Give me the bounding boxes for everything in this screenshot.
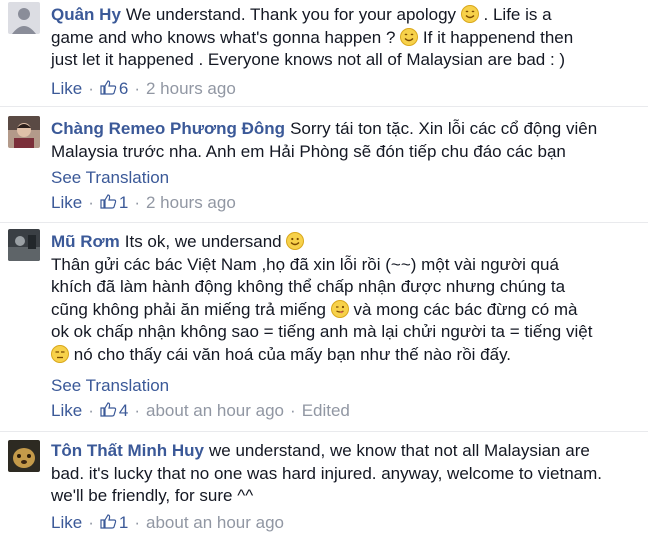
comment-text: Quân Hy We understand. Thank you for your…	[51, 5, 574, 69]
like-count[interactable]: 6	[119, 79, 128, 98]
author-name[interactable]: Mũ Rơm	[51, 232, 120, 251]
author-name[interactable]: Chàng Remeo Phương Đông	[51, 119, 285, 138]
like-count[interactable]: 1	[119, 513, 128, 532]
timestamp[interactable]: about an hour ago	[146, 513, 284, 532]
comment-3: Mũ Rơm Its ok, we undersand Thân gửi các …	[0, 223, 648, 428]
like-link[interactable]: Like	[51, 79, 82, 98]
like-count[interactable]: 4	[119, 401, 128, 420]
comment-text: Mũ Rơm Its ok, we undersand Thân gửi các …	[51, 232, 593, 364]
tongue-emoji-icon	[330, 299, 349, 318]
timestamp[interactable]: about an hour ago	[146, 401, 284, 420]
like-link[interactable]: Like	[51, 401, 82, 420]
thumbs-up-icon[interactable]	[100, 402, 117, 417]
unamused-emoji-icon	[51, 344, 69, 363]
smile-emoji-icon	[460, 5, 479, 23]
like-link[interactable]: Like	[51, 193, 82, 212]
avatar[interactable]	[8, 229, 40, 261]
comment-4: Tôn Thất Minh Huy we understand, we know …	[0, 432, 648, 538]
timestamp[interactable]: 2 hours ago	[146, 79, 236, 98]
comment-actions: Like · 1 · about an hour ago	[51, 513, 285, 532]
comment-text: Tôn Thất Minh Huy we understand, we know …	[51, 441, 602, 505]
timestamp[interactable]: 2 hours ago	[146, 193, 236, 212]
like-link[interactable]: Like	[51, 513, 82, 532]
comment-2: Chàng Remeo Phương Đông Sorry tái ton tặc…	[0, 107, 648, 222]
avatar[interactable]	[8, 2, 40, 34]
comment-actions: Like · 1 · 2 hours ago	[51, 193, 236, 212]
thumbs-up-icon[interactable]	[100, 194, 117, 209]
avatar[interactable]	[8, 116, 40, 148]
author-name[interactable]: Quân Hy	[51, 5, 121, 24]
comment-1: Quân Hy We understand. Thank you for your…	[0, 0, 648, 105]
see-translation-link[interactable]: See Translation	[51, 376, 169, 396]
comment-actions: Like · 4 · about an hour ago · Edited	[51, 401, 350, 420]
avatar[interactable]	[8, 440, 40, 472]
like-count[interactable]: 1	[119, 193, 128, 212]
edited-label[interactable]: Edited	[302, 401, 350, 420]
comment-actions: Like · 6 · 2 hours ago	[51, 79, 236, 98]
smile-emoji-icon	[286, 232, 305, 250]
author-name[interactable]: Tôn Thất Minh Huy	[51, 441, 204, 460]
thumbs-up-icon[interactable]	[100, 514, 117, 529]
thumbs-up-icon[interactable]	[100, 80, 117, 95]
comment-text: Chàng Remeo Phương Đông Sorry tái ton tặc…	[51, 119, 598, 161]
smile-emoji-icon	[400, 27, 419, 46]
see-translation-link[interactable]: See Translation	[51, 168, 169, 188]
